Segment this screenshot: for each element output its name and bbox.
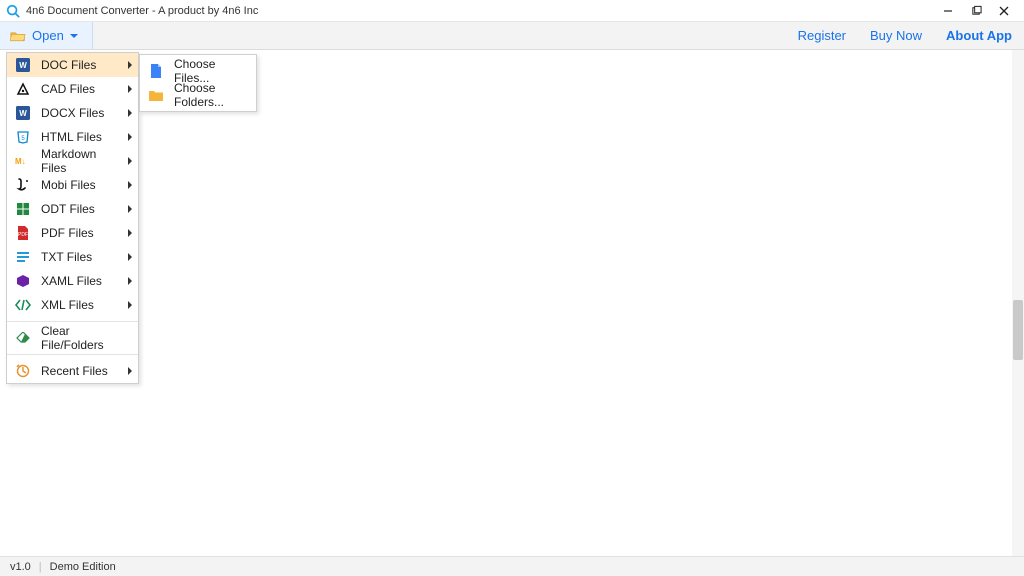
chevron-right-icon (128, 253, 132, 261)
pdf-icon: PDF (15, 225, 31, 241)
docx-icon: W (15, 105, 31, 121)
menu-item-label: TXT Files (41, 250, 118, 264)
svg-text:5: 5 (21, 136, 25, 142)
menu-item-label: XAML Files (41, 274, 118, 288)
chevron-right-icon (128, 157, 132, 165)
svg-text:W: W (19, 109, 27, 118)
menu-item-mobi-files[interactable]: Mobi Files (7, 173, 138, 197)
about-app-link[interactable]: About App (934, 22, 1024, 49)
menu-item-label: Clear File/Folders (41, 324, 132, 352)
open-submenu: Choose Files... Choose Folders... (139, 54, 257, 112)
menu-item-cad-files[interactable]: CAD Files (7, 77, 138, 101)
menu-item-doc-files[interactable]: W DOC Files (7, 53, 138, 77)
chevron-right-icon (128, 181, 132, 189)
status-divider: | (39, 561, 42, 573)
menu-item-label: DOC Files (41, 58, 118, 72)
html-icon: 5 (15, 129, 31, 145)
chevron-right-icon (128, 277, 132, 285)
menu-item-recent[interactable]: Recent Files (7, 359, 138, 383)
menu-item-html-files[interactable]: 5 HTML Files (7, 125, 138, 149)
scrollbar-thumb[interactable] (1013, 300, 1023, 360)
eraser-icon (15, 330, 31, 346)
vertical-scrollbar[interactable] (1012, 50, 1024, 556)
menu-item-xml-files[interactable]: XML Files (7, 293, 138, 317)
status-version: v1.0 (10, 561, 31, 573)
menu-item-markdown-files[interactable]: M↓ Markdown Files (7, 149, 138, 173)
xml-icon (15, 297, 31, 313)
maximize-button[interactable] (962, 2, 990, 20)
chevron-right-icon (128, 367, 132, 375)
open-button[interactable]: Open (0, 22, 93, 49)
menu-item-label: CAD Files (41, 82, 118, 96)
chevron-right-icon (128, 229, 132, 237)
menu-item-clear[interactable]: Clear File/Folders (7, 326, 138, 350)
file-icon (148, 63, 164, 79)
content-area (0, 50, 1024, 556)
menu-item-label: HTML Files (41, 130, 118, 144)
doc-icon: W (15, 57, 31, 73)
menu-item-label: DOCX Files (41, 106, 118, 120)
close-button[interactable] (990, 2, 1018, 20)
odt-icon (15, 201, 31, 217)
menu-item-docx-files[interactable]: W DOCX Files (7, 101, 138, 125)
menu-item-xaml-files[interactable]: XAML Files (7, 269, 138, 293)
chevron-right-icon (128, 85, 132, 93)
app-icon (6, 4, 20, 18)
menu-item-label: ODT Files (41, 202, 118, 216)
menu-item-label: Markdown Files (41, 147, 118, 175)
window-title: 4n6 Document Converter - A product by 4n… (26, 5, 258, 17)
txt-icon (15, 249, 31, 265)
folder-icon (148, 87, 164, 103)
svg-text:PDF: PDF (18, 232, 28, 238)
choose-files-item[interactable]: Choose Files... (140, 59, 256, 83)
menu-item-label: Mobi Files (41, 178, 118, 192)
chevron-right-icon (128, 301, 132, 309)
cad-icon (15, 81, 31, 97)
folder-open-icon (10, 30, 26, 42)
status-bar: v1.0 | Demo Edition (0, 556, 1024, 576)
chevron-right-icon (128, 205, 132, 213)
toolbar: Open Register Buy Now About App (0, 22, 1024, 50)
menu-item-pdf-files[interactable]: PDF PDF Files (7, 221, 138, 245)
mobi-icon (15, 177, 31, 193)
menu-separator (7, 321, 138, 322)
menu-separator (7, 354, 138, 355)
register-link[interactable]: Register (786, 22, 858, 49)
svg-text:M↓: M↓ (15, 157, 26, 166)
menu-item-txt-files[interactable]: TXT Files (7, 245, 138, 269)
minimize-button[interactable] (934, 2, 962, 20)
menu-item-label: XML Files (41, 298, 118, 312)
status-edition: Demo Edition (50, 561, 116, 573)
title-bar: 4n6 Document Converter - A product by 4n… (0, 0, 1024, 22)
svg-text:W: W (19, 61, 27, 70)
chevron-right-icon (128, 61, 132, 69)
markdown-icon: M↓ (15, 153, 31, 169)
caret-down-icon (70, 34, 78, 38)
buy-now-link[interactable]: Buy Now (858, 22, 934, 49)
open-button-label: Open (32, 28, 64, 43)
xaml-icon (15, 273, 31, 289)
menu-item-label: PDF Files (41, 226, 118, 240)
menu-item-label: Recent Files (41, 364, 118, 378)
chevron-right-icon (128, 133, 132, 141)
open-menu: W DOC Files CAD Files W DOCX Files 5 HTM… (6, 52, 139, 384)
clock-icon (15, 363, 31, 379)
chevron-right-icon (128, 109, 132, 117)
menu-item-odt-files[interactable]: ODT Files (7, 197, 138, 221)
choose-folders-label: Choose Folders... (174, 81, 250, 109)
choose-folders-item[interactable]: Choose Folders... (140, 83, 256, 107)
